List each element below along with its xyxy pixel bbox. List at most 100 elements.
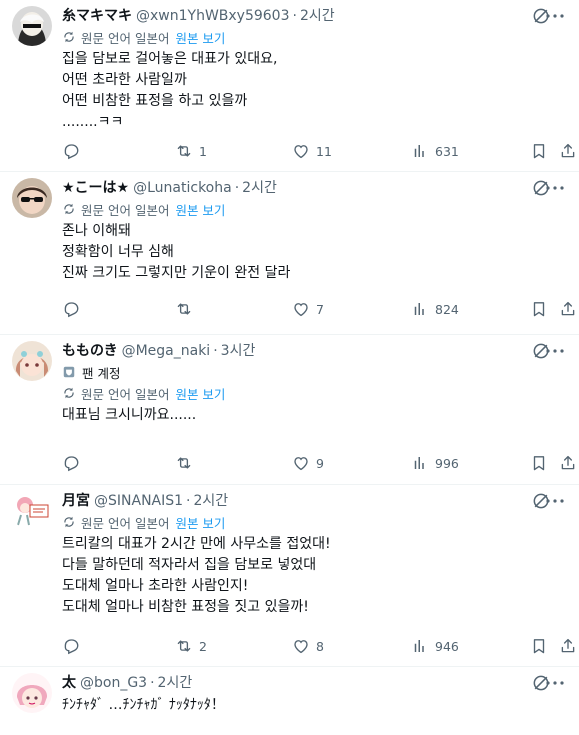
bookmark-button[interactable] xyxy=(530,300,548,318)
repost-button[interactable] xyxy=(175,454,199,472)
show-original-link[interactable]: 원본 보기 xyxy=(175,384,225,403)
tweet[interactable]: もものき @Mega_naki · 3시간 팬 계정 원문 언어 일본어 원본 … xyxy=(0,335,579,485)
avatar[interactable] xyxy=(12,491,52,531)
reply-button[interactable] xyxy=(62,300,86,318)
like-count: 9 xyxy=(316,455,324,471)
bookmark-icon xyxy=(530,142,548,160)
more-options-icon[interactable] xyxy=(543,671,567,695)
reply-button[interactable] xyxy=(62,454,86,472)
handle[interactable]: @xwn1YhWBxy59603 xyxy=(136,6,290,26)
tweet-text-line: ﾁﾝﾁｬﾀﾞ …ﾁﾝﾁｬｶﾞ ﾅｯﾀﾅｯﾀ！ xyxy=(62,697,225,713)
tweet-text-line: 어떤 비참한 표정을 하고 있을까 xyxy=(62,93,248,109)
fan-account-icon xyxy=(62,365,76,379)
more-options-icon[interactable] xyxy=(543,489,567,513)
translation-notice: 원문 언어 일본어 원본 보기 xyxy=(62,383,567,403)
translation-label: 원문 언어 일본어 xyxy=(81,386,170,402)
repost-button[interactable] xyxy=(175,300,199,318)
views-button[interactable]: 631 xyxy=(411,142,459,160)
analytics-icon xyxy=(411,300,429,318)
translate-icon xyxy=(62,386,76,400)
tweet-text-line: 진짜 크기도 그렇지만 기운이 완전 달라 xyxy=(62,265,291,281)
translation-notice: 원문 언어 일본어 원본 보기 xyxy=(62,27,567,47)
view-count: 824 xyxy=(435,301,459,317)
like-button[interactable]: 8 xyxy=(292,637,324,655)
more-options-icon[interactable] xyxy=(543,176,567,200)
tweet[interactable]: 月宮 @SINANAIS1 · 2시간 원문 언어 일본어 원본 보기 트리칼의… xyxy=(0,485,579,667)
avatar-pink-character-icon xyxy=(12,673,52,713)
repost-count: 1 xyxy=(199,143,207,159)
more-options-icon[interactable] xyxy=(543,339,567,363)
tweet[interactable]: ★こーは★ @Lunatickoha · 2시간 원문 언어 일본어 원본 보기… xyxy=(0,172,579,335)
heart-icon xyxy=(292,142,310,160)
like-button[interactable]: 11 xyxy=(292,142,332,160)
tweet[interactable]: 太 @bon_G3 · 2시간 ﾁﾝﾁｬﾀﾞ …ﾁﾝﾁｬｶﾞ ﾅｯﾀﾅｯﾀ！ xyxy=(0,667,579,735)
handle[interactable]: @Lunatickoha xyxy=(133,178,232,198)
separator-dot: · xyxy=(150,675,155,691)
tweet-text: ﾁﾝﾁｬﾀﾞ …ﾁﾝﾁｬｶﾞ ﾅｯﾀﾅｯﾀ！ xyxy=(62,695,567,716)
share-button[interactable] xyxy=(559,142,577,160)
badge-label: 팬 계정 xyxy=(82,365,121,381)
translation-notice: 원문 언어 일본어 원본 보기 xyxy=(62,199,567,219)
handle[interactable]: @bon_G3 xyxy=(80,673,147,693)
share-button[interactable] xyxy=(559,300,577,318)
display-name[interactable]: 太 xyxy=(62,673,76,693)
more-options-icon[interactable] xyxy=(543,4,567,28)
bookmark-button[interactable] xyxy=(530,142,548,160)
tweet-text-line: 도대체 얼마나 비참한 표정을 짓고 있을까! xyxy=(62,599,309,615)
translate-icon xyxy=(62,30,76,44)
display-name[interactable]: 月宮 xyxy=(62,491,90,511)
display-name[interactable]: 糸マキマキ xyxy=(62,6,132,26)
views-button[interactable]: 824 xyxy=(411,300,459,318)
display-name[interactable]: ★こーは★ xyxy=(62,178,129,198)
display-name[interactable]: もものき xyxy=(62,341,118,361)
translation-label: 원문 언어 일본어 xyxy=(81,202,170,218)
handle[interactable]: @SINANAIS1 xyxy=(94,491,183,511)
like-button[interactable]: 7 xyxy=(292,300,324,318)
heart-icon xyxy=(292,454,310,472)
timestamp[interactable]: 3시간 xyxy=(221,341,256,361)
heart-icon xyxy=(292,300,310,318)
tweet-text-line: 존나 이해돼 xyxy=(62,223,131,239)
avatar[interactable] xyxy=(12,673,52,713)
tweet-text-line: ........ㅋㅋ xyxy=(62,114,124,130)
avatar-sign-character-icon xyxy=(12,491,52,531)
share-icon xyxy=(559,454,577,472)
repost-button[interactable]: 2 xyxy=(175,637,207,655)
tweet-text-line: 집을 담보로 걸어놓은 대표가 있대요, xyxy=(62,51,278,67)
like-count: 11 xyxy=(316,143,332,159)
show-original-link[interactable]: 원본 보기 xyxy=(175,200,225,219)
show-original-link[interactable]: 원본 보기 xyxy=(175,513,225,532)
repost-icon xyxy=(175,300,193,318)
timestamp[interactable]: 2시간 xyxy=(242,178,277,198)
repost-button[interactable]: 1 xyxy=(175,142,207,160)
bookmark-button[interactable] xyxy=(530,637,548,655)
like-button[interactable]: 9 xyxy=(292,454,324,472)
show-original-link[interactable]: 원본 보기 xyxy=(175,28,225,47)
share-button[interactable] xyxy=(559,454,577,472)
action-bar: 2 8 946 xyxy=(62,635,579,657)
bookmark-icon xyxy=(530,300,548,318)
action-bar: 7 824 xyxy=(62,298,579,320)
reply-button[interactable] xyxy=(62,637,86,655)
reply-button[interactable] xyxy=(62,142,86,160)
bookmark-button[interactable] xyxy=(530,454,548,472)
tweet[interactable]: 糸マキマキ @xwn1YhWBxy59603 · 2시간 원문 언어 일본어 원… xyxy=(0,0,579,172)
avatar[interactable] xyxy=(12,6,52,46)
views-button[interactable]: 946 xyxy=(411,637,459,655)
tweet-text-line: 어떤 초라한 사람일까 xyxy=(62,72,187,88)
handle[interactable]: @Mega_naki xyxy=(122,341,211,361)
avatar-sunglasses-icon xyxy=(12,178,52,218)
timestamp[interactable]: 2시간 xyxy=(158,673,193,693)
views-button[interactable]: 996 xyxy=(411,454,459,472)
repost-icon xyxy=(175,142,193,160)
timestamp[interactable]: 2시간 xyxy=(194,491,229,511)
share-button[interactable] xyxy=(559,637,577,655)
separator-dot: · xyxy=(186,493,191,509)
analytics-icon xyxy=(411,454,429,472)
action-bar: 1 11 631 xyxy=(62,140,579,162)
timestamp[interactable]: 2시간 xyxy=(300,6,335,26)
avatar[interactable] xyxy=(12,341,52,381)
reply-icon xyxy=(62,454,80,472)
avatar[interactable] xyxy=(12,178,52,218)
heart-icon xyxy=(292,637,310,655)
